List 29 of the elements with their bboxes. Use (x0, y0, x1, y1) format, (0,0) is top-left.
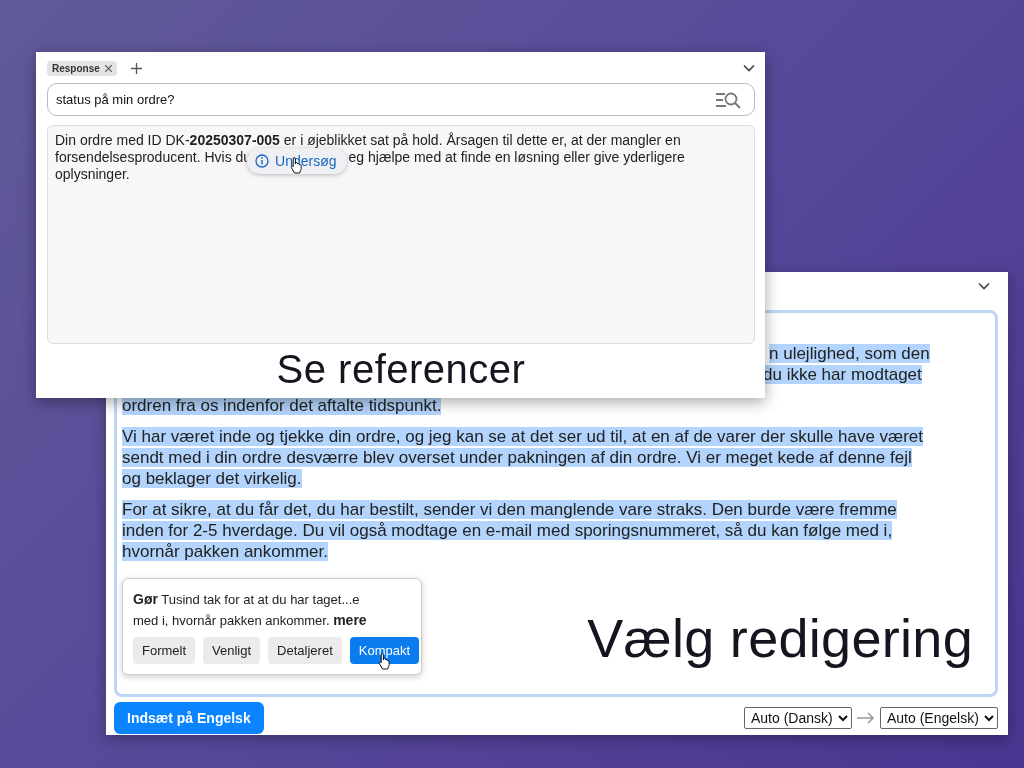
suggestion-text: Gør Tusind tak for at at du har taget...e (133, 590, 361, 609)
paragraph-text: hvornår pakken ankommer. (122, 542, 328, 561)
chevron-down-icon[interactable] (978, 282, 990, 290)
suggestion-text: med i, hvornår pakken ankommer. mere (133, 611, 368, 630)
response-text: eg hjælpe med at finde en løsning eller give yderligere (348, 149, 685, 166)
paragraph-text: For at sikre, at du får det, du har bestilt, sender vi den manglende vare straks. Den burde være fremme (122, 500, 897, 519)
paragraph-text: sendt med i din ordre desværre blev overset under pakningen af din ordre. Vi er meget kede af denne fejl (122, 448, 912, 467)
feature-caption: Vælg redigering (587, 607, 973, 669)
insert-button[interactable]: Indsæt på Engelsk (114, 702, 264, 734)
info-icon (255, 153, 270, 168)
search-field[interactable]: status på min ordre? (47, 83, 755, 116)
feature-caption: Se referencer (276, 347, 526, 391)
list-search-icon[interactable] (715, 91, 743, 109)
response-text: Din ordre med ID DK-20250307-005 er i øjeblikket sat på hold. Årsagen til dette er, at der mangler en (55, 132, 681, 149)
paragraph-text: Vi har været inde og tjekke din ordre, og jeg kan se at det ser ud til, at en af de varer der skulle have været (122, 427, 924, 446)
paragraph-text: inden for 2-5 hverdage. Du vil også modtage en e-mail med sporingsnummeret, så du kan følge med i, (122, 521, 893, 540)
chevron-down-icon[interactable] (743, 64, 755, 72)
style-button[interactable]: Detaljeret (268, 637, 342, 664)
plus-icon[interactable] (130, 62, 142, 74)
paragraph-text: n ulejlighed, som den (769, 344, 930, 363)
style-button[interactable]: Venligt (203, 637, 261, 664)
style-button[interactable]: Formelt (133, 637, 196, 664)
paragraph-text: og beklager det virkelig. (122, 469, 302, 488)
language-select[interactable]: Auto (Dansk) (744, 707, 852, 729)
tab[interactable]: Response (47, 60, 117, 76)
arrow-right-icon (856, 712, 876, 724)
close-icon[interactable] (104, 64, 112, 72)
language-select[interactable]: Auto (Engelsk) (880, 707, 998, 729)
response-text: oplysninger. (55, 166, 130, 183)
